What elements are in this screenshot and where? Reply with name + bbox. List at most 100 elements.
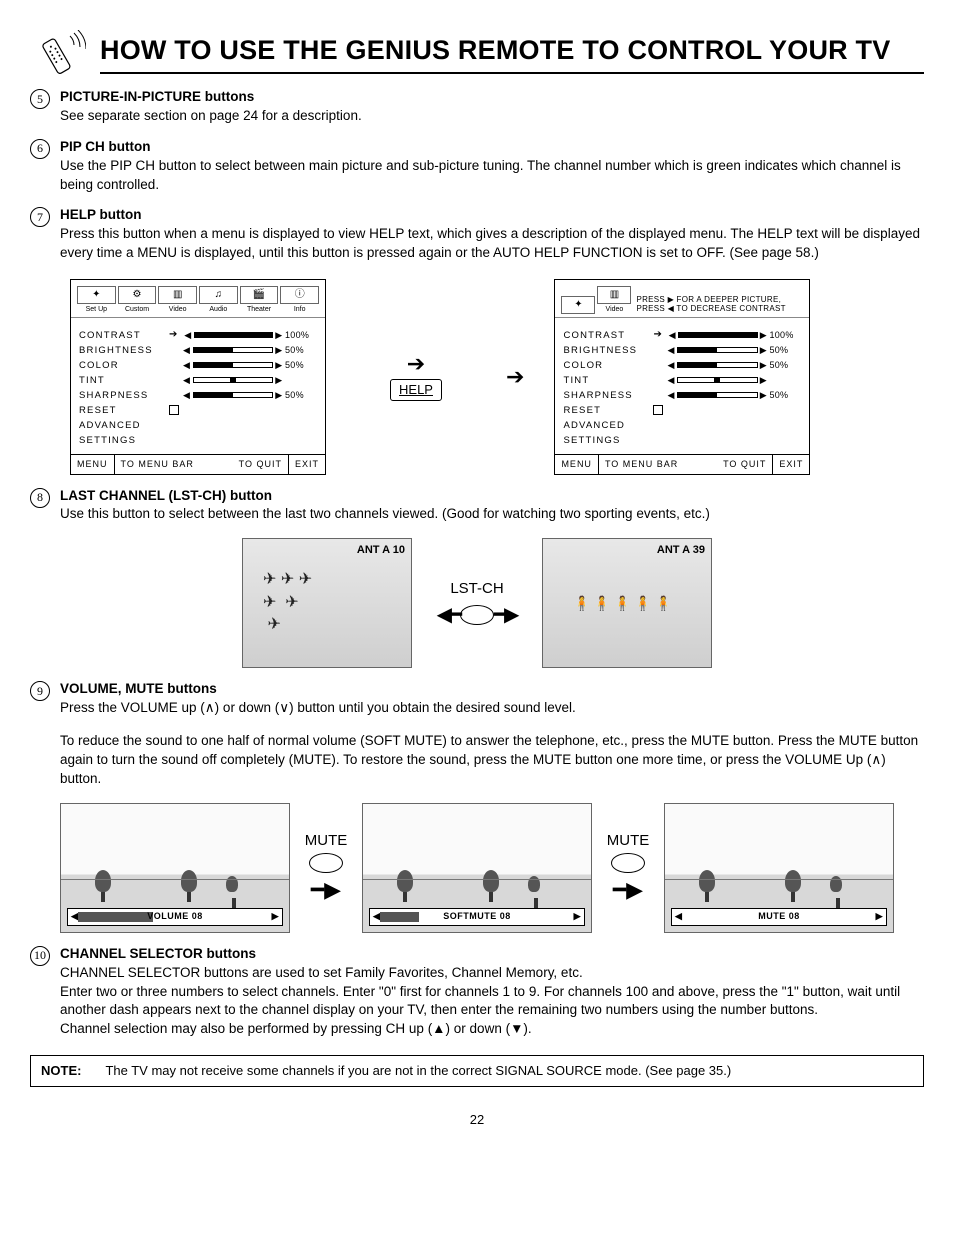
tv-image-right: ANT A 39	[542, 538, 712, 668]
bullet-7: 7	[30, 207, 50, 227]
footer-quit: TO QUIT	[233, 455, 288, 474]
triangle-right-icon: ▶	[275, 331, 283, 340]
page-number: 22	[30, 1111, 924, 1129]
arrow-right-icon-2: ➔	[506, 366, 524, 388]
triangle-left-icon: ◀	[183, 376, 191, 385]
menu-row-label: BRIGHTNESS	[563, 344, 653, 357]
checkbox-icon	[653, 405, 663, 415]
triangle-left-icon: ◀	[667, 346, 675, 355]
triangle-left-icon: ◀	[667, 361, 675, 370]
tab-video: Video	[169, 306, 187, 313]
tv-right-label: ANT A 39	[657, 543, 705, 558]
menu-row: RESET	[563, 403, 801, 418]
triangle-right-icon: ▶	[275, 391, 283, 400]
help-banner: PRESS ▶ FOR A DEEPER PICTURE, PRESS ◀ TO…	[633, 293, 803, 315]
menu-row: CONTRAST➔◀▶100%	[563, 328, 801, 343]
triangle-left-icon: ◀	[184, 331, 192, 340]
slider: ◀▶	[183, 376, 283, 385]
slider-value: 50%	[283, 344, 317, 357]
section-10-title: CHANNEL SELECTOR buttons	[60, 946, 256, 961]
menu-row: COLOR ◀ ▶50%	[79, 358, 317, 373]
slider-bar	[193, 392, 274, 398]
menu-row: BRIGHTNESS◀▶50%	[79, 343, 317, 358]
mute-button-1[interactable]	[309, 853, 343, 873]
slider-value: 50%	[283, 359, 317, 372]
menu-row-label: ADVANCED	[79, 419, 169, 432]
mute-button-2[interactable]	[611, 853, 645, 873]
menu-row: BRIGHTNESS◀▶50%	[563, 343, 801, 358]
menu-row: ADVANCED	[79, 418, 317, 433]
section-8-title: LAST CHANNEL (LST-CH) button	[60, 488, 272, 503]
menu-row: SETTINGS	[563, 433, 801, 448]
slider-bar	[677, 347, 758, 353]
section-10-text: CHANNEL SELECTOR buttons are used to set…	[60, 965, 583, 980]
tab-custom: Custom	[125, 306, 149, 313]
slider: ◀▶	[667, 346, 767, 355]
footer-quit-2: TO QUIT	[717, 455, 772, 474]
mute-diagram: ◀VOLUME 08▶ MUTE ━▶ ◀SOFTMUTE 08▶ MUTE ━…	[60, 803, 924, 933]
page-header: HOW TO USE THE GENIUS REMOTE TO CONTROL …	[30, 30, 924, 76]
menu-row-label: CONTRAST	[79, 329, 169, 342]
arrow-right-icon: ➔	[653, 328, 662, 342]
arrow-right-icon: ➔	[169, 328, 178, 342]
menu-row: RESET	[79, 403, 317, 418]
footer-menubar: TO MENU BAR	[114, 455, 200, 474]
section-5: 5 PICTURE-IN-PICTURE buttons See separat…	[30, 88, 924, 126]
bullet-8: 8	[30, 488, 50, 508]
bullet-6: 6	[30, 139, 50, 159]
triangle-right-icon: ▶	[275, 361, 283, 370]
menu-row: TINT◀▶	[563, 373, 801, 388]
menu-row-label: SHARPNESS	[563, 389, 653, 402]
lst-ch-diagram: ANT A 10 LST-CH ◀━━▶ ANT A 39	[30, 538, 924, 668]
bullet-10: 10	[30, 946, 50, 966]
slider-bar	[193, 377, 274, 383]
triangle-left-icon: ◀	[667, 391, 675, 400]
remote-icon	[30, 30, 86, 76]
section-8: 8 LAST CHANNEL (LST-CH) button Use this …	[30, 487, 924, 525]
lst-ch-button[interactable]	[460, 605, 494, 625]
triangle-right-icon: ▶	[760, 391, 768, 400]
section-6-text: Use the PIP CH button to select between …	[60, 158, 901, 192]
slider: ◀▶	[667, 361, 767, 370]
section-10: 10 CHANNEL SELECTOR buttons CHANNEL SELE…	[30, 945, 924, 1039]
section-10-text3: Channel selection may also be performed …	[60, 1021, 532, 1036]
arrow-right-icon: ➔	[407, 353, 425, 375]
menu-row: COLOR◀▶50%	[563, 358, 801, 373]
section-10-text2: Enter two or three numbers to select cha…	[60, 984, 900, 1018]
menu-row: SHARPNESS◀▶50%	[79, 388, 317, 403]
checkbox-icon	[169, 405, 179, 415]
menu-row-label: SETTINGS	[79, 434, 169, 447]
menu-row-label: BRIGHTNESS	[79, 344, 169, 357]
menu-row-label: SETTINGS	[563, 434, 653, 447]
slider: ◀▶	[184, 331, 283, 340]
help-diagram: ✦Set Up ⚙Custom ▥Video ♫Audio 🎬Theater ⓘ…	[70, 279, 924, 474]
triangle-right-icon: ▶	[760, 376, 768, 385]
triangle-left-icon: ◀	[183, 391, 191, 400]
footer-menubar-2: TO MENU BAR	[598, 455, 684, 474]
page-title: HOW TO USE THE GENIUS REMOTE TO CONTROL …	[100, 32, 924, 74]
tab-setup: Set Up	[86, 306, 107, 313]
menu-box-right: ✦ ▥Video PRESS ▶ FOR A DEEPER PICTURE, P…	[554, 279, 810, 474]
section-5-title: PICTURE-IN-PICTURE buttons	[60, 89, 254, 104]
section-9: 9 VOLUME, MUTE buttons Press the VOLUME …	[30, 680, 924, 788]
vol-label-1: VOLUME 08	[81, 910, 268, 923]
mute-label-1: MUTE	[305, 830, 348, 851]
note-text: The TV may not receive some channels if …	[105, 1062, 731, 1080]
triangle-left-icon: ◀	[183, 361, 191, 370]
tv-left-label: ANT A 10	[357, 543, 405, 558]
arrow-right-icon-5: ━▶	[613, 875, 643, 906]
triangle-right-icon: ▶	[760, 361, 768, 370]
triangle-left-icon: ◀	[669, 331, 677, 340]
section-6-title: PIP CH button	[60, 139, 151, 154]
triangle-right-icon: ▶	[275, 346, 283, 355]
menu-row-label: COLOR	[79, 359, 169, 372]
footer-exit: EXIT	[288, 455, 325, 474]
tv-image-left: ANT A 10	[242, 538, 412, 668]
help-button[interactable]: HELP	[390, 379, 442, 401]
slider: ◀▶	[667, 391, 767, 400]
menu-row: CONTRAST➔◀▶100%	[79, 328, 317, 343]
triangle-right-icon: ▶	[275, 376, 283, 385]
tab-theater: Theater	[247, 306, 271, 313]
landscape-3: ◀MUTE 08▶	[664, 803, 894, 933]
footer-menu-2: MENU	[555, 455, 598, 474]
